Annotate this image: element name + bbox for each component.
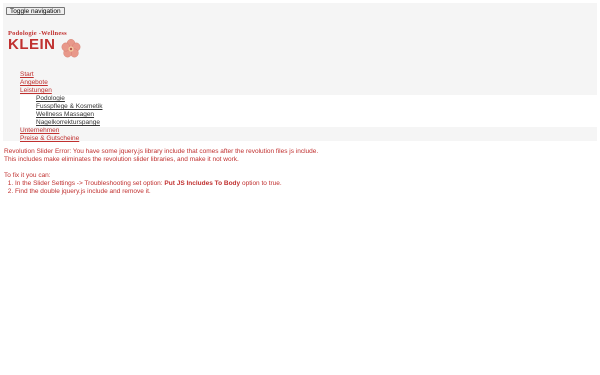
fix-step-1: In the Slider Settings -> Troubleshootin…: [15, 180, 594, 188]
submenu-link-podologie[interactable]: Podologie: [36, 95, 65, 102]
submenu-item-wellness-massagen: Wellness Massagen: [20, 111, 597, 119]
revolution-slider-error: Revolution Slider Error: You have some j…: [4, 148, 594, 196]
nav-link-preise-gutscheine[interactable]: Preise & Gutscheine: [20, 135, 79, 142]
error-message-line-1: Revolution Slider Error: You have some j…: [4, 148, 319, 155]
nav-link-unternehmen[interactable]: Unternehmen: [20, 127, 59, 134]
logo-brand-name: KLEIN: [8, 36, 56, 53]
submenu-link-wellness-massagen[interactable]: Wellness Massagen: [36, 111, 94, 118]
nav-link-leistungen[interactable]: Leistungen: [20, 87, 52, 94]
leistungen-submenu: Podologie Fusspflege & Kosmetik Wellness…: [20, 95, 597, 127]
nav-link-start[interactable]: Start: [20, 71, 34, 78]
fix-step-1-suffix: option to true.: [240, 180, 282, 187]
submenu-link-nagelkorrekturspange[interactable]: Nagelkorrekturspange: [36, 119, 100, 126]
fix-intro: To fix it you can:: [4, 172, 51, 179]
submenu-item-fusspflege: Fusspflege & Kosmetik: [20, 103, 597, 111]
fix-step-1-text: In the Slider Settings -> Troubleshootin…: [15, 180, 165, 187]
submenu-item-nagelkorrekturspange: Nagelkorrekturspange: [20, 119, 597, 127]
submenu-item-podologie: Podologie: [20, 95, 597, 103]
nav-link-angebote[interactable]: Angebote: [20, 79, 48, 86]
flower-icon: [61, 39, 81, 58]
fix-steps-list: In the Slider Settings -> Troubleshootin…: [4, 180, 594, 196]
fix-step-2: Find the double jquery.js include and re…: [15, 188, 594, 196]
toggle-navigation-button[interactable]: Toggle navigation: [6, 7, 65, 15]
submenu-link-fusspflege[interactable]: Fusspflege & Kosmetik: [36, 103, 102, 110]
fix-step-1-option: Put JS Includes To Body: [164, 180, 241, 187]
nav-item-start: Start: [3, 71, 597, 79]
site-logo[interactable]: Podologie -Wellness KLEIN: [8, 30, 82, 58]
site-header: Toggle navigation Podologie -Wellness KL…: [3, 3, 597, 143]
nav-item-preise-gutscheine: Preise & Gutscheine: [3, 135, 597, 143]
error-message-line-2: This includes make eliminates the revolu…: [4, 156, 239, 163]
main-navigation: Start Angebote Leistungen Podologie Fuss…: [3, 71, 597, 143]
nav-item-angebote: Angebote: [3, 79, 597, 87]
nav-item-leistungen: Leistungen: [3, 87, 597, 95]
nav-item-unternehmen: Unternehmen: [3, 127, 597, 135]
